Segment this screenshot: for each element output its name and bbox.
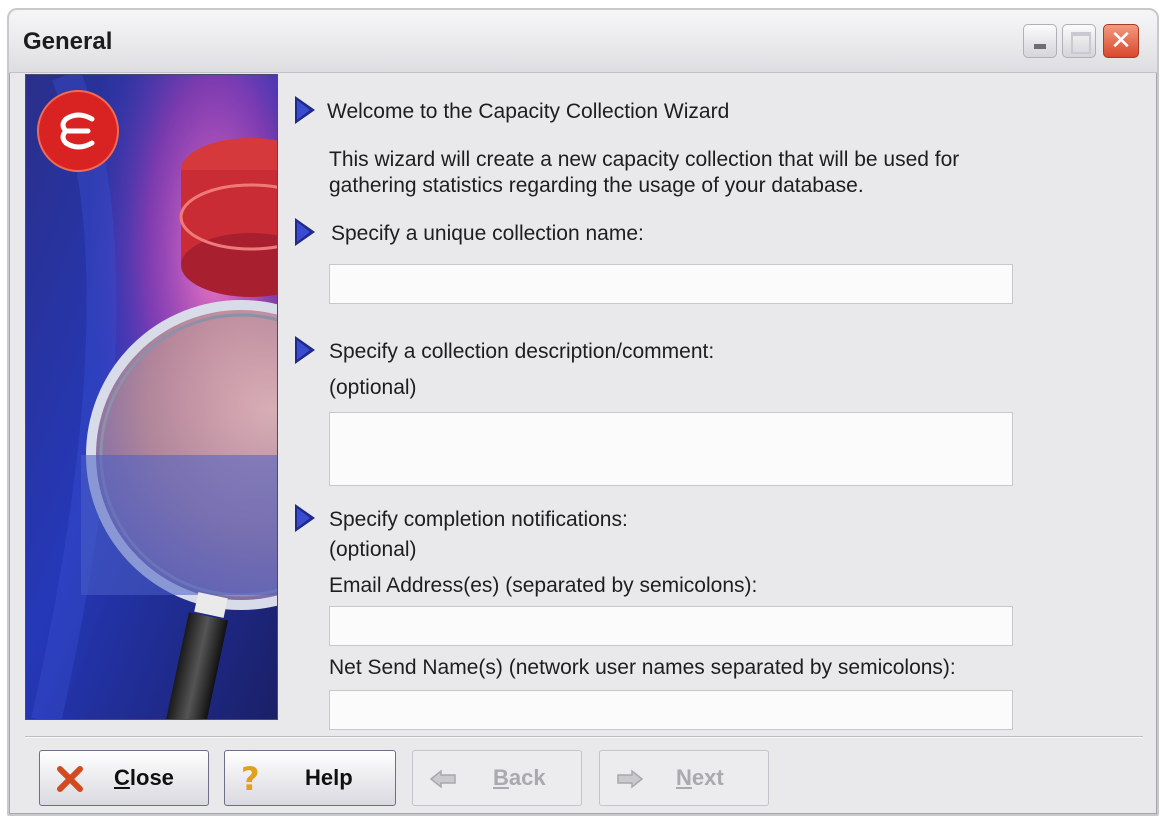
email-label: Email Address(es) (separated by semicolo… bbox=[329, 574, 758, 597]
question-mark-icon: ? bbox=[241, 760, 260, 798]
close-button[interactable]: Close bbox=[39, 750, 209, 806]
wizard-banner-image bbox=[25, 74, 278, 720]
wizard-window: General ✕ Welcome to the Capacity Collec… bbox=[7, 8, 1159, 816]
close-button-label: Close bbox=[114, 765, 174, 790]
collection-name-input[interactable] bbox=[329, 264, 1013, 304]
section-arrow-icon bbox=[295, 96, 315, 124]
window-title: General bbox=[23, 28, 113, 55]
next-arrow-icon bbox=[617, 769, 644, 789]
section-arrow-icon bbox=[295, 504, 315, 532]
notifications-label: Specify completion notifications: bbox=[329, 508, 628, 531]
netsend-input[interactable] bbox=[329, 690, 1013, 730]
next-button-label: Next bbox=[676, 765, 724, 790]
email-input[interactable] bbox=[329, 606, 1013, 646]
netsend-label: Net Send Name(s) (network user names sep… bbox=[329, 656, 956, 679]
section-arrow-icon bbox=[295, 218, 315, 246]
title-bar[interactable]: General ✕ bbox=[9, 10, 1157, 73]
next-button[interactable]: Next bbox=[599, 750, 769, 806]
description-optional-label: (optional) bbox=[329, 376, 417, 399]
close-icon: ✕ bbox=[1110, 26, 1132, 56]
collection-name-label: Specify a unique collection name: bbox=[331, 222, 644, 245]
wizard-content: Welcome to the Capacity Collection Wizar… bbox=[285, 72, 1145, 732]
welcome-text-line2: gathering statistics regarding the usage… bbox=[329, 174, 864, 197]
welcome-heading: Welcome to the Capacity Collection Wizar… bbox=[327, 100, 730, 123]
notifications-optional-label: (optional) bbox=[329, 538, 417, 561]
section-arrow-icon bbox=[295, 336, 315, 364]
minimize-button[interactable] bbox=[1023, 24, 1057, 58]
back-arrow-icon bbox=[429, 769, 456, 789]
close-window-button[interactable]: ✕ bbox=[1103, 24, 1139, 58]
maximize-button[interactable] bbox=[1062, 24, 1096, 58]
description-label: Specify a collection description/comment… bbox=[329, 340, 715, 363]
help-button[interactable]: ? Help bbox=[224, 750, 396, 806]
description-textarea[interactable] bbox=[329, 412, 1013, 486]
help-button-label: Help bbox=[305, 765, 353, 790]
back-button-label: Back bbox=[493, 765, 546, 790]
button-separator bbox=[25, 736, 1143, 738]
magnifier-database-illustration bbox=[26, 75, 277, 719]
back-button[interactable]: Back bbox=[412, 750, 582, 806]
welcome-text-line1: This wizard will create a new capacity c… bbox=[329, 148, 960, 171]
close-x-icon bbox=[57, 766, 83, 792]
